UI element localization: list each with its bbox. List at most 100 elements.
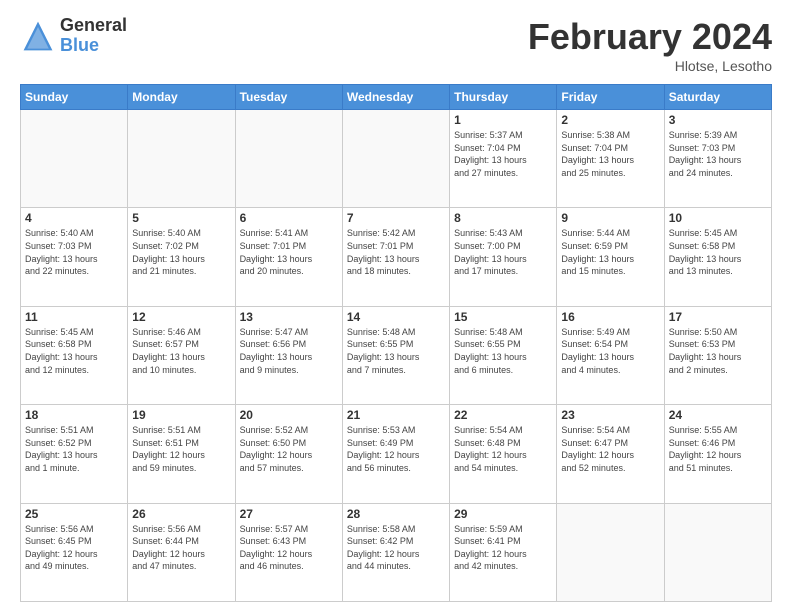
- day-info: Sunrise: 5:47 AM Sunset: 6:56 PM Dayligh…: [240, 326, 338, 376]
- day-info: Sunrise: 5:40 AM Sunset: 7:03 PM Dayligh…: [25, 227, 123, 277]
- logo-general-text: General: [60, 16, 127, 36]
- col-wednesday: Wednesday: [342, 85, 449, 110]
- calendar-cell: 4 Sunrise: 5:40 AM Sunset: 7:03 PM Daylig…: [21, 208, 128, 306]
- day-number: 9: [561, 211, 659, 225]
- calendar-table: Sunday Monday Tuesday Wednesday Thursday…: [20, 84, 772, 602]
- day-number: 3: [669, 113, 767, 127]
- calendar-cell: [557, 503, 664, 601]
- title-block: February 2024 Hlotse, Lesotho: [528, 16, 772, 74]
- calendar-cell: 26Sunrise: 5:56 AM Sunset: 6:44 PM Dayli…: [128, 503, 235, 601]
- calendar-cell: 19 Sunrise: 5:51 AM Sunset: 6:51 PM Dayli…: [128, 405, 235, 503]
- logo-icon: [20, 18, 56, 54]
- day-number: 2: [561, 113, 659, 127]
- day-number: 24: [669, 408, 767, 422]
- calendar-cell: 28 Sunrise: 5:58 AM Sunset: 6:42 PM Dayli…: [342, 503, 449, 601]
- calendar-cell: [342, 110, 449, 208]
- calendar-cell: [128, 110, 235, 208]
- day-number: 14: [347, 310, 445, 324]
- day-number: 11: [25, 310, 123, 324]
- day-info: Sunrise: 5:52 AM Sunset: 6:50 PM Dayligh…: [240, 424, 338, 474]
- day-info: Sunrise: 5:43 AM Sunset: 7:00 PM Dayligh…: [454, 227, 552, 277]
- calendar-cell: 9 Sunrise: 5:44 AM Sunset: 6:59 PM Daylig…: [557, 208, 664, 306]
- day-info: Sunrise: 5:38 AM Sunset: 7:04 PM Dayligh…: [561, 129, 659, 179]
- calendar-cell: 16 Sunrise: 5:49 AM Sunset: 6:54 PM Dayli…: [557, 306, 664, 404]
- day-info: Sunrise: 5:44 AM Sunset: 6:59 PM Dayligh…: [561, 227, 659, 277]
- calendar-cell: 27 Sunrise: 5:57 AM Sunset: 6:43 PM Dayli…: [235, 503, 342, 601]
- logo-text: General Blue: [60, 16, 127, 56]
- calendar-cell: 25 Sunrise: 5:56 AM Sunset: 6:45 PM Dayli…: [21, 503, 128, 601]
- day-info: Sunrise: 5:59 AM Sunset: 6:41 PM Dayligh…: [454, 523, 552, 573]
- calendar-week-2: 4 Sunrise: 5:40 AM Sunset: 7:03 PM Daylig…: [21, 208, 772, 306]
- day-info: Sunrise: 5:37 AM Sunset: 7:04 PM Dayligh…: [454, 129, 552, 179]
- calendar-week-5: 25 Sunrise: 5:56 AM Sunset: 6:45 PM Dayli…: [21, 503, 772, 601]
- day-info: Sunrise: 5:55 AM Sunset: 6:46 PM Dayligh…: [669, 424, 767, 474]
- calendar-cell: 24 Sunrise: 5:55 AM Sunset: 6:46 PM Dayli…: [664, 405, 771, 503]
- title-month: February 2024: [528, 16, 772, 58]
- calendar-cell: 10 Sunrise: 5:45 AM Sunset: 6:58 PM Dayli…: [664, 208, 771, 306]
- calendar-cell: 17Sunrise: 5:50 AM Sunset: 6:53 PM Dayli…: [664, 306, 771, 404]
- calendar-cell: [664, 503, 771, 601]
- calendar-cell: 1 Sunrise: 5:37 AM Sunset: 7:04 PM Daylig…: [450, 110, 557, 208]
- calendar-cell: 21 Sunrise: 5:53 AM Sunset: 6:49 PM Dayli…: [342, 405, 449, 503]
- day-info: Sunrise: 5:49 AM Sunset: 6:54 PM Dayligh…: [561, 326, 659, 376]
- calendar-cell: 29 Sunrise: 5:59 AM Sunset: 6:41 PM Dayli…: [450, 503, 557, 601]
- day-number: 10: [669, 211, 767, 225]
- day-info: Sunrise: 5:54 AM Sunset: 6:47 PM Dayligh…: [561, 424, 659, 474]
- calendar-cell: 12Sunrise: 5:46 AM Sunset: 6:57 PM Dayli…: [128, 306, 235, 404]
- day-info: Sunrise: 5:56 AM Sunset: 6:45 PM Dayligh…: [25, 523, 123, 573]
- title-location: Hlotse, Lesotho: [528, 58, 772, 74]
- calendar-week-1: 1 Sunrise: 5:37 AM Sunset: 7:04 PM Daylig…: [21, 110, 772, 208]
- col-monday: Monday: [128, 85, 235, 110]
- day-number: 4: [25, 211, 123, 225]
- day-number: 1: [454, 113, 552, 127]
- day-number: 21: [347, 408, 445, 422]
- calendar-cell: 15 Sunrise: 5:48 AM Sunset: 6:55 PM Dayli…: [450, 306, 557, 404]
- day-number: 19: [132, 408, 230, 422]
- day-info: Sunrise: 5:42 AM Sunset: 7:01 PM Dayligh…: [347, 227, 445, 277]
- day-number: 6: [240, 211, 338, 225]
- day-info: Sunrise: 5:45 AM Sunset: 6:58 PM Dayligh…: [669, 227, 767, 277]
- page: General Blue February 2024 Hlotse, Lesot…: [0, 0, 792, 612]
- calendar-cell: 2 Sunrise: 5:38 AM Sunset: 7:04 PM Daylig…: [557, 110, 664, 208]
- day-number: 15: [454, 310, 552, 324]
- day-number: 27: [240, 507, 338, 521]
- day-info: Sunrise: 5:39 AM Sunset: 7:03 PM Dayligh…: [669, 129, 767, 179]
- logo: General Blue: [20, 16, 127, 56]
- calendar-cell: 20 Sunrise: 5:52 AM Sunset: 6:50 PM Dayli…: [235, 405, 342, 503]
- day-number: 25: [25, 507, 123, 521]
- day-number: 8: [454, 211, 552, 225]
- calendar-cell: [21, 110, 128, 208]
- calendar-header: Sunday Monday Tuesday Wednesday Thursday…: [21, 85, 772, 110]
- day-info: Sunrise: 5:41 AM Sunset: 7:01 PM Dayligh…: [240, 227, 338, 277]
- day-info: Sunrise: 5:56 AM Sunset: 6:44 PM Dayligh…: [132, 523, 230, 573]
- day-number: 16: [561, 310, 659, 324]
- day-info: Sunrise: 5:46 AM Sunset: 6:57 PM Dayligh…: [132, 326, 230, 376]
- header: General Blue February 2024 Hlotse, Lesot…: [20, 16, 772, 74]
- day-info: Sunrise: 5:58 AM Sunset: 6:42 PM Dayligh…: [347, 523, 445, 573]
- calendar-cell: 6 Sunrise: 5:41 AM Sunset: 7:01 PM Daylig…: [235, 208, 342, 306]
- logo-blue-text: Blue: [60, 36, 127, 56]
- day-number: 29: [454, 507, 552, 521]
- calendar-cell: 3 Sunrise: 5:39 AM Sunset: 7:03 PM Daylig…: [664, 110, 771, 208]
- day-number: 20: [240, 408, 338, 422]
- day-number: 22: [454, 408, 552, 422]
- col-thursday: Thursday: [450, 85, 557, 110]
- calendar-cell: 18Sunrise: 5:51 AM Sunset: 6:52 PM Dayli…: [21, 405, 128, 503]
- calendar-week-4: 18Sunrise: 5:51 AM Sunset: 6:52 PM Dayli…: [21, 405, 772, 503]
- day-info: Sunrise: 5:53 AM Sunset: 6:49 PM Dayligh…: [347, 424, 445, 474]
- day-number: 17: [669, 310, 767, 324]
- col-tuesday: Tuesday: [235, 85, 342, 110]
- day-number: 28: [347, 507, 445, 521]
- day-info: Sunrise: 5:51 AM Sunset: 6:51 PM Dayligh…: [132, 424, 230, 474]
- day-info: Sunrise: 5:45 AM Sunset: 6:58 PM Dayligh…: [25, 326, 123, 376]
- calendar-cell: 8 Sunrise: 5:43 AM Sunset: 7:00 PM Daylig…: [450, 208, 557, 306]
- day-info: Sunrise: 5:51 AM Sunset: 6:52 PM Dayligh…: [25, 424, 123, 474]
- col-sunday: Sunday: [21, 85, 128, 110]
- calendar-week-3: 11 Sunrise: 5:45 AM Sunset: 6:58 PM Dayli…: [21, 306, 772, 404]
- calendar-cell: 11 Sunrise: 5:45 AM Sunset: 6:58 PM Dayli…: [21, 306, 128, 404]
- calendar-body: 1 Sunrise: 5:37 AM Sunset: 7:04 PM Daylig…: [21, 110, 772, 602]
- calendar-cell: 22Sunrise: 5:54 AM Sunset: 6:48 PM Dayli…: [450, 405, 557, 503]
- day-info: Sunrise: 5:48 AM Sunset: 6:55 PM Dayligh…: [454, 326, 552, 376]
- day-info: Sunrise: 5:57 AM Sunset: 6:43 PM Dayligh…: [240, 523, 338, 573]
- calendar-cell: 7Sunrise: 5:42 AM Sunset: 7:01 PM Daylig…: [342, 208, 449, 306]
